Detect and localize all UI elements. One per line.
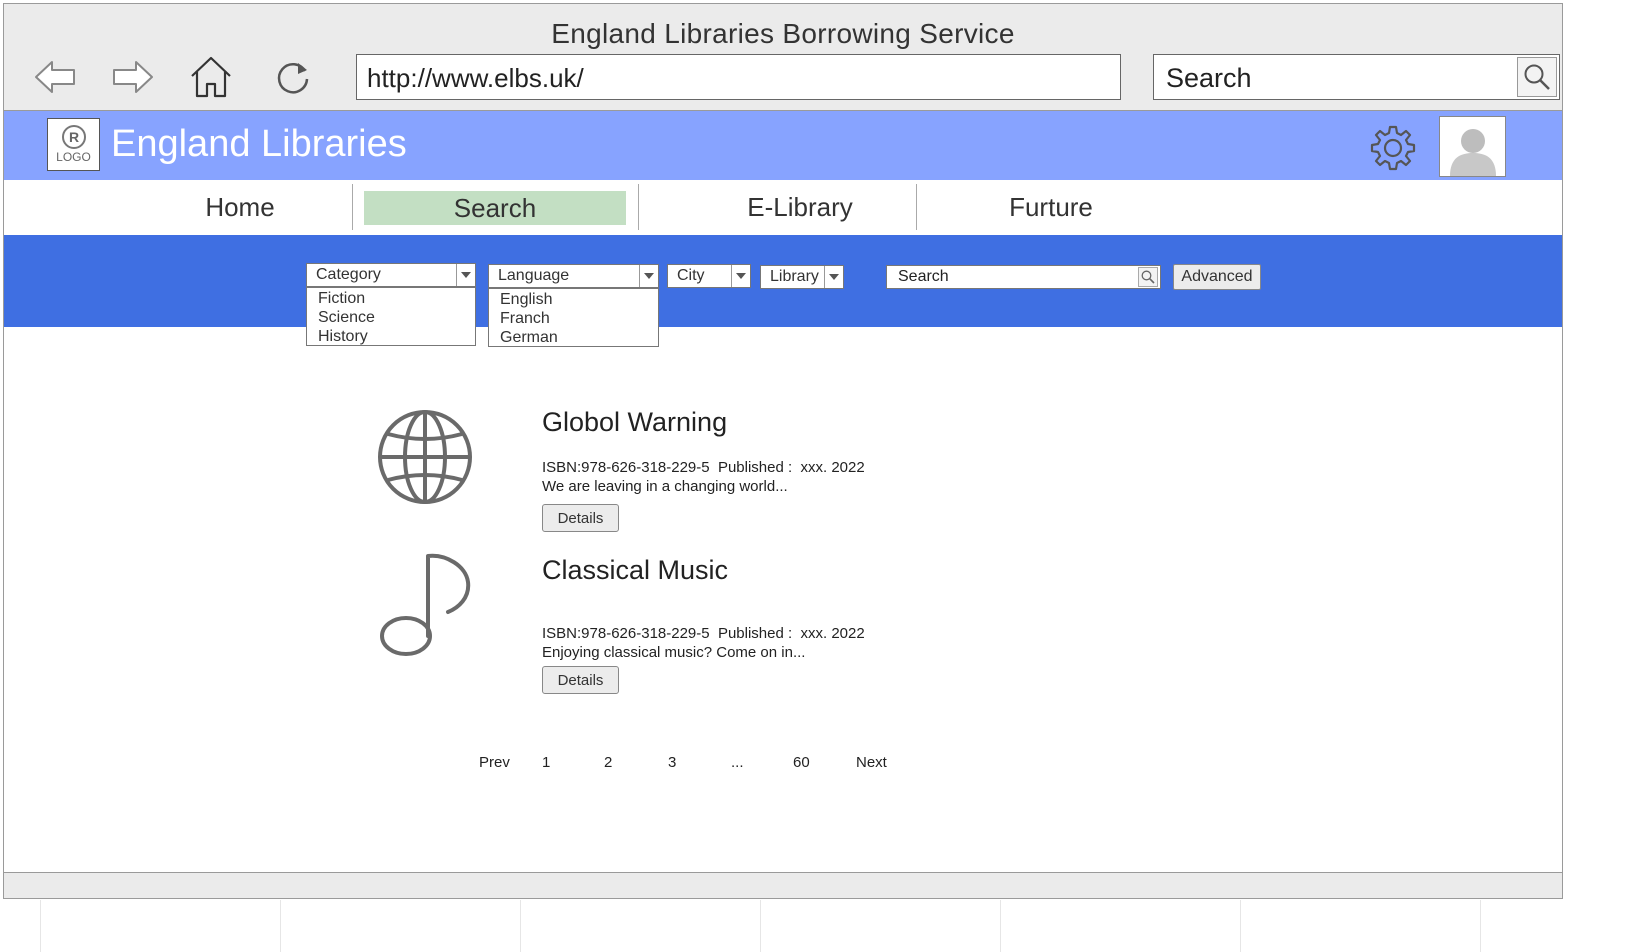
logo[interactable]: R LOGO [47, 118, 100, 171]
forward-arrow-icon[interactable] [110, 54, 156, 100]
search-icon[interactable] [1138, 267, 1158, 287]
canvas-grid-line [1240, 900, 1241, 952]
chevron-down-icon[interactable] [639, 265, 658, 287]
result-title[interactable]: Classical Music [542, 555, 728, 586]
catalog-search-input[interactable]: Search [886, 265, 1161, 289]
language-select[interactable]: Language [488, 264, 659, 288]
url-bar[interactable]: http://www.elbs.uk/ [356, 54, 1121, 100]
result-meta: ISBN:978-626-318-229-5 Published : xxx. … [542, 625, 865, 642]
category-select-label: Category [316, 266, 381, 283]
library-select-label: Library [770, 268, 819, 285]
chevron-down-icon[interactable] [731, 265, 750, 287]
canvas-grid-line [1480, 900, 1481, 952]
city-select[interactable]: City [667, 264, 751, 288]
browser-chrome: England Libraries Borrowing Service http… [4, 4, 1562, 111]
dropdown-option[interactable]: History [307, 327, 475, 346]
result-summary: We are leaving in a changing world... [542, 478, 788, 495]
tab-home[interactable]: Home [190, 180, 290, 235]
language-select-label: Language [498, 267, 570, 284]
result-summary: Enjoying classical music? Come on in... [542, 644, 806, 661]
dropdown-option[interactable]: Science [307, 308, 475, 327]
details-button[interactable]: Details [542, 666, 619, 694]
tab-search[interactable]: Search [364, 191, 626, 225]
category-select[interactable]: Category [306, 263, 476, 287]
main-nav: Home Search E-Library Furture [4, 180, 1562, 235]
browser-search-placeholder: Search [1166, 63, 1252, 93]
tab-divider [352, 184, 353, 230]
status-bar [4, 872, 1562, 898]
canvas-grid-line [1000, 900, 1001, 952]
dropdown-option[interactable]: Franch [489, 309, 658, 328]
search-icon[interactable] [1517, 57, 1557, 97]
pagination-prev[interactable]: Prev [479, 754, 510, 771]
canvas-grid-line [520, 900, 521, 952]
home-icon[interactable] [188, 54, 234, 100]
pagination-page[interactable]: 60 [793, 754, 810, 771]
chevron-down-icon[interactable] [824, 266, 843, 288]
advanced-search-button[interactable]: Advanced [1173, 264, 1261, 290]
category-dropdown: Fiction Science History [306, 287, 476, 346]
tab-divider [638, 184, 639, 230]
pagination-next[interactable]: Next [856, 754, 887, 771]
avatar[interactable] [1439, 116, 1506, 177]
canvas-grid-line [280, 900, 281, 952]
pagination-page[interactable]: 2 [604, 754, 612, 771]
canvas-grid-line [40, 900, 41, 952]
canvas-grid-line [760, 900, 761, 952]
back-arrow-icon[interactable] [32, 54, 78, 100]
site-title: England Libraries [111, 123, 407, 165]
logo-text: LOGO [56, 150, 91, 164]
gear-icon[interactable] [1369, 124, 1417, 172]
chevron-down-icon[interactable] [456, 264, 475, 286]
library-select[interactable]: Library [760, 265, 844, 289]
dropdown-option[interactable]: German [489, 328, 658, 347]
tab-furture[interactable]: Furture [994, 180, 1108, 235]
language-dropdown: English Franch German [488, 288, 659, 347]
pagination-ellipsis: ... [731, 754, 744, 771]
window-title: England Libraries Borrowing Service [551, 18, 1015, 49]
browser-search-field[interactable]: Search [1153, 54, 1560, 100]
refresh-icon[interactable] [270, 54, 316, 100]
dropdown-option[interactable]: English [489, 290, 658, 309]
city-select-label: City [677, 267, 705, 284]
pagination-page[interactable]: 3 [668, 754, 676, 771]
site-header: R LOGO England Libraries [4, 111, 1562, 180]
tab-e-library[interactable]: E-Library [730, 180, 870, 235]
tab-divider [916, 184, 917, 230]
filter-bar: Category Language City Library Search Ad… [4, 235, 1562, 327]
catalog-search-placeholder: Search [898, 268, 949, 285]
dropdown-option[interactable]: Fiction [307, 289, 475, 308]
result-meta: ISBN:978-626-318-229-5 Published : xxx. … [542, 459, 865, 476]
pagination-page[interactable]: 1 [542, 754, 550, 771]
details-button[interactable]: Details [542, 504, 619, 532]
browser-window: England Libraries Borrowing Service http… [3, 3, 1563, 899]
logo-mark: R [62, 125, 86, 149]
globe-icon [376, 408, 474, 511]
result-title[interactable]: Globol Warning [542, 407, 727, 438]
music-note-icon [376, 552, 474, 665]
